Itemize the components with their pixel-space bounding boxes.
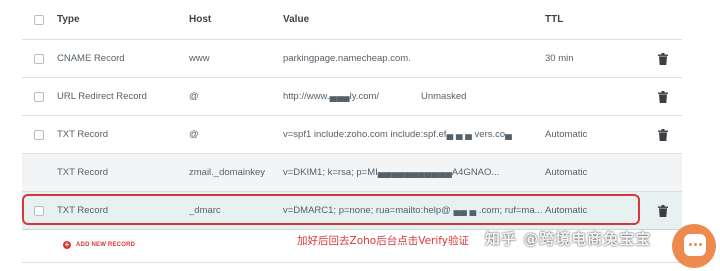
row-checkbox[interactable] [34,129,44,140]
chat-bubble-icon[interactable] [672,224,716,268]
record-type[interactable]: URL Redirect Record [57,91,187,102]
row-checkbox-cell[interactable] [34,205,46,216]
trash-icon[interactable] [658,128,668,141]
record-ttl[interactable]: Automatic [545,129,655,140]
record-value[interactable]: parkingpage.namecheap.com. [283,53,544,64]
table-row[interactable]: TXT Record zmail._domainkey v=DKIM1; k=r… [22,154,682,192]
header-host[interactable]: Host [189,14,281,25]
row-checkbox-cell[interactable] [34,91,46,102]
plus-circle-icon[interactable]: + [63,241,71,249]
header-value[interactable]: Value [283,14,544,25]
table-row[interactable]: TXT Record @ v=spf1 include:zoho.com inc… [22,116,682,154]
chat-dots [684,234,706,256]
delete-button[interactable] [658,52,672,65]
record-type[interactable]: TXT Record [57,129,187,140]
record-host[interactable]: www [189,53,281,64]
row-checkbox-cell[interactable] [34,129,46,140]
record-ttl[interactable]: Automatic [545,205,655,216]
record-host[interactable]: _dmarc [189,205,221,216]
trash-icon[interactable] [658,52,668,65]
record-ttl[interactable]: 30 min [545,53,655,64]
row-checkbox[interactable] [34,205,44,216]
select-all-checkbox-cell[interactable] [34,14,46,25]
dns-records-table: Type Host Value TTL CNAME Record www par… [22,0,682,230]
record-type[interactable]: TXT Record [57,205,187,216]
record-ttl[interactable]: Automatic [545,167,655,178]
record-value[interactable]: v=DKIM1; k=rsa; p=MI▄▄▄▄▄▄▄▄▄▄▄A4GNAO... [283,167,500,178]
record-value-cell[interactable]: v=DKIM1; k=rsa; p=MI▄▄▄▄▄▄▄▄▄▄▄A4GNAO... [283,167,544,178]
delete-button[interactable] [658,204,672,217]
record-host[interactable]: zmail._domainkey [189,167,266,178]
redirect-mode[interactable]: Unmasked [421,91,466,102]
table-row[interactable]: CNAME Record www parkingpage.namecheap.c… [22,40,682,78]
row-checkbox[interactable] [34,91,44,102]
select-all-checkbox[interactable] [34,14,44,25]
table-row-highlighted[interactable]: TXT Record _dmarc v=DMARC1; p=none; rua=… [22,192,682,230]
record-host-cell[interactable]: _dmarc [189,205,281,216]
record-value-cell[interactable]: http://www.▄▄▄ly.com/ Unmasked [283,91,544,102]
watermark: 知乎 @跨境电商兔宝宝 [485,230,652,248]
row-checkbox[interactable] [34,53,44,64]
record-type[interactable]: TXT Record [57,167,187,178]
record-host[interactable]: @ [189,129,281,140]
record-type[interactable]: CNAME Record [57,53,187,64]
header-type[interactable]: Type [57,14,187,25]
trash-icon[interactable] [658,90,668,103]
row-checkbox-cell[interactable] [34,53,46,64]
table-row[interactable]: URL Redirect Record @ http://www.▄▄▄ly.c… [22,78,682,116]
header-ttl[interactable]: TTL [545,14,655,25]
table-header-row: Type Host Value TTL [22,0,682,40]
delete-button[interactable] [658,128,672,141]
trash-icon[interactable] [658,204,668,217]
record-value[interactable]: http://www.▄▄▄ly.com/ [283,91,379,102]
divider [22,262,682,263]
add-new-record-label[interactable]: ADD NEW RECORD [76,242,135,248]
record-value[interactable]: v=DMARC1; p=none; rua=mailto:help@ ▄▄ ▄ … [283,205,543,216]
add-new-record-button[interactable]: + ADD NEW RECORD [63,241,135,249]
record-host[interactable]: @ [189,91,281,102]
delete-button[interactable] [658,90,672,103]
record-value-cell[interactable]: v=DMARC1; p=none; rua=mailto:help@ ▄▄ ▄ … [283,205,544,216]
record-value[interactable]: v=spf1 include:zoho.com include:spf.ef▄ … [283,129,544,140]
instruction-annotation: 加好后回去Zoho后台点击Verify验证 [297,235,469,247]
record-host-cell[interactable]: zmail._domainkey [189,167,281,178]
